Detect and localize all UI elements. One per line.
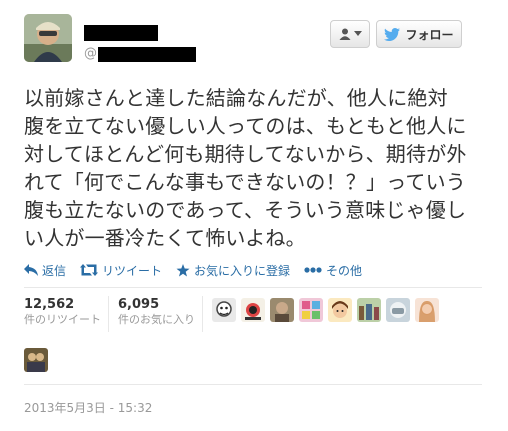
avatar[interactable]	[212, 298, 236, 322]
tweet-timestamp[interactable]: 2013年5月3日 - 15:32	[24, 399, 152, 416]
retweet-action[interactable]: リツイート	[80, 262, 162, 279]
more-action[interactable]: その他	[304, 262, 362, 279]
divider	[24, 384, 482, 385]
more-label: その他	[326, 263, 363, 278]
reply-action[interactable]: 返信	[24, 262, 66, 279]
favorites-stat[interactable]: 6,095 件のお気に入り	[118, 297, 195, 327]
favorite-label: お気に入りに登録	[194, 263, 291, 278]
author-avatar[interactable]	[24, 14, 72, 62]
retweet-icon	[80, 264, 99, 276]
tweet-line: 以前嫁さんと達した結論なんだが、他人に絶対	[24, 86, 448, 110]
display-name-redacted	[84, 25, 158, 41]
stat-separator	[202, 296, 203, 332]
avatar[interactable]	[328, 298, 352, 322]
tweet-line: い人が一番冷たくて怖いよね。	[24, 226, 306, 250]
username-redacted	[98, 47, 196, 62]
avatar[interactable]	[386, 298, 410, 322]
avatar[interactable]	[415, 298, 439, 322]
reply-label: 返信	[42, 263, 67, 278]
tweet-line: 対してほとんど何も期待してないから、期待が外	[24, 142, 467, 166]
favorites-count: 6,095	[118, 297, 160, 312]
tweet-line: 腹を立てない優しい人ってのは、もともと他人に	[24, 114, 467, 138]
twitter-bird-icon	[384, 27, 401, 41]
reply-icon	[24, 264, 38, 276]
stat-separator	[108, 296, 109, 332]
avatar[interactable]	[299, 298, 323, 322]
favoriter-avatars	[212, 298, 439, 322]
tweet-text: 以前嫁さんと達した結論なんだが、他人に絶対 腹を立てない優しい人ってのは、もとも…	[24, 84, 494, 252]
tweet-line: れて「何でこんな事もできないの！？」っていう	[24, 170, 466, 194]
tweet-actions: 返信 リツイート お気に入りに登録 その他	[24, 261, 376, 279]
favorite-action[interactable]: お気に入りに登録	[176, 262, 290, 279]
favorites-label: 件のお気に入り	[118, 313, 195, 326]
user-actions-button[interactable]	[330, 20, 370, 48]
retweets-stat[interactable]: 12,562 件のリツイート	[24, 297, 101, 327]
username-at: @	[84, 46, 97, 61]
follow-button-label: フォロー	[405, 27, 454, 42]
tweet-card: @ フォロー 以前嫁さんと達した結論なんだが、他人に絶対 腹を立てない優しい人っ…	[0, 0, 508, 431]
retweets-count: 12,562	[24, 297, 75, 312]
follow-button[interactable]: フォロー	[376, 20, 462, 48]
star-icon	[176, 263, 190, 276]
divider	[24, 287, 482, 288]
more-icon	[304, 267, 322, 273]
tweet-line: 腹も立たないのであって、そういう意味じゃ優し	[24, 198, 467, 222]
user-icon	[339, 28, 350, 40]
avatar[interactable]	[270, 298, 294, 322]
avatar[interactable]	[357, 298, 381, 322]
retweets-label: 件のリツイート	[24, 313, 101, 326]
chevron-down-icon	[353, 31, 362, 36]
avatar[interactable]	[241, 298, 265, 322]
retweet-label: リツイート	[102, 263, 163, 278]
avatar[interactable]	[24, 348, 48, 372]
